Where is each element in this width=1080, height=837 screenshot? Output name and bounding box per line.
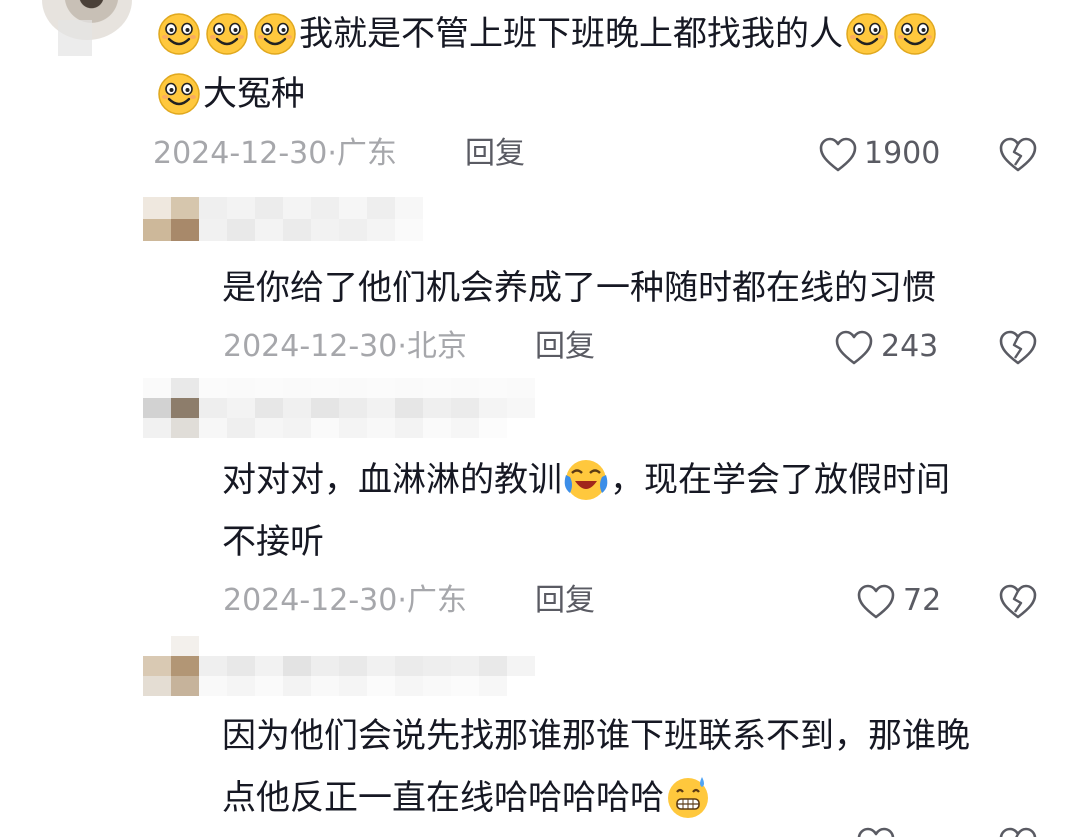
like-count: 1900 xyxy=(864,136,941,171)
comment-meta: 2024-12-30·北京 xyxy=(223,329,467,364)
comment-text-line2: 大冤种 xyxy=(155,70,305,120)
broken-heart-icon xyxy=(998,583,1038,621)
comment-meta: 2024-12-30·广东 xyxy=(153,136,397,171)
like-count: 243 xyxy=(881,329,939,364)
heart-outline-icon xyxy=(856,826,896,837)
broken-heart-icon xyxy=(998,136,1038,174)
smile-emoji-icon xyxy=(155,69,203,117)
reply-button[interactable]: 回复 xyxy=(465,134,525,174)
avatar-blur xyxy=(58,20,92,56)
like-count: 72 xyxy=(903,583,942,618)
dislike-button[interactable] xyxy=(998,329,1038,371)
smile-emoji-icon xyxy=(203,9,251,57)
comment-text-line2: 不接听 xyxy=(222,522,324,562)
smile-emoji-icon xyxy=(843,9,891,57)
broken-heart-icon xyxy=(998,826,1038,837)
comment-meta: 2024-12-30·广东 xyxy=(223,583,467,618)
like-button[interactable] xyxy=(834,329,874,371)
dislike-button[interactable] xyxy=(998,826,1038,837)
dislike-button[interactable] xyxy=(998,583,1038,625)
like-button[interactable] xyxy=(856,826,896,837)
comment-text: 是你给了他们机会养成了一种随时都在线的习惯 xyxy=(222,268,936,308)
like-button[interactable] xyxy=(856,583,896,625)
comment-text-line2: 点他反正一直在线哈哈哈哈哈 xyxy=(222,774,712,824)
reply-button[interactable]: 回复 xyxy=(535,581,595,621)
heart-outline-icon xyxy=(834,329,874,367)
dislike-button[interactable] xyxy=(998,136,1038,178)
reply-button[interactable]: 回复 xyxy=(535,327,595,367)
avatar[interactable] xyxy=(143,197,423,241)
crying-laughing-emoji-icon xyxy=(562,455,610,503)
comment-text: 对对对，血淋淋的教训 ，现在学会了放假时间 xyxy=(222,456,950,506)
like-button[interactable] xyxy=(818,136,858,174)
smile-emoji-icon xyxy=(251,9,299,57)
heart-outline-icon xyxy=(818,136,858,174)
avatar[interactable] xyxy=(143,636,563,696)
broken-heart-icon xyxy=(998,329,1038,367)
comment-text: 我就是不管上班下班晚上都找我的人 xyxy=(155,10,939,60)
smile-emoji-icon xyxy=(891,9,939,57)
smile-emoji-icon xyxy=(155,9,203,57)
comment-text: 因为他们会说先找那谁那谁下班联系不到，那谁晚 xyxy=(222,716,970,756)
grin-sweat-emoji-icon xyxy=(664,773,712,821)
avatar[interactable] xyxy=(143,378,563,438)
heart-outline-icon xyxy=(856,583,896,621)
